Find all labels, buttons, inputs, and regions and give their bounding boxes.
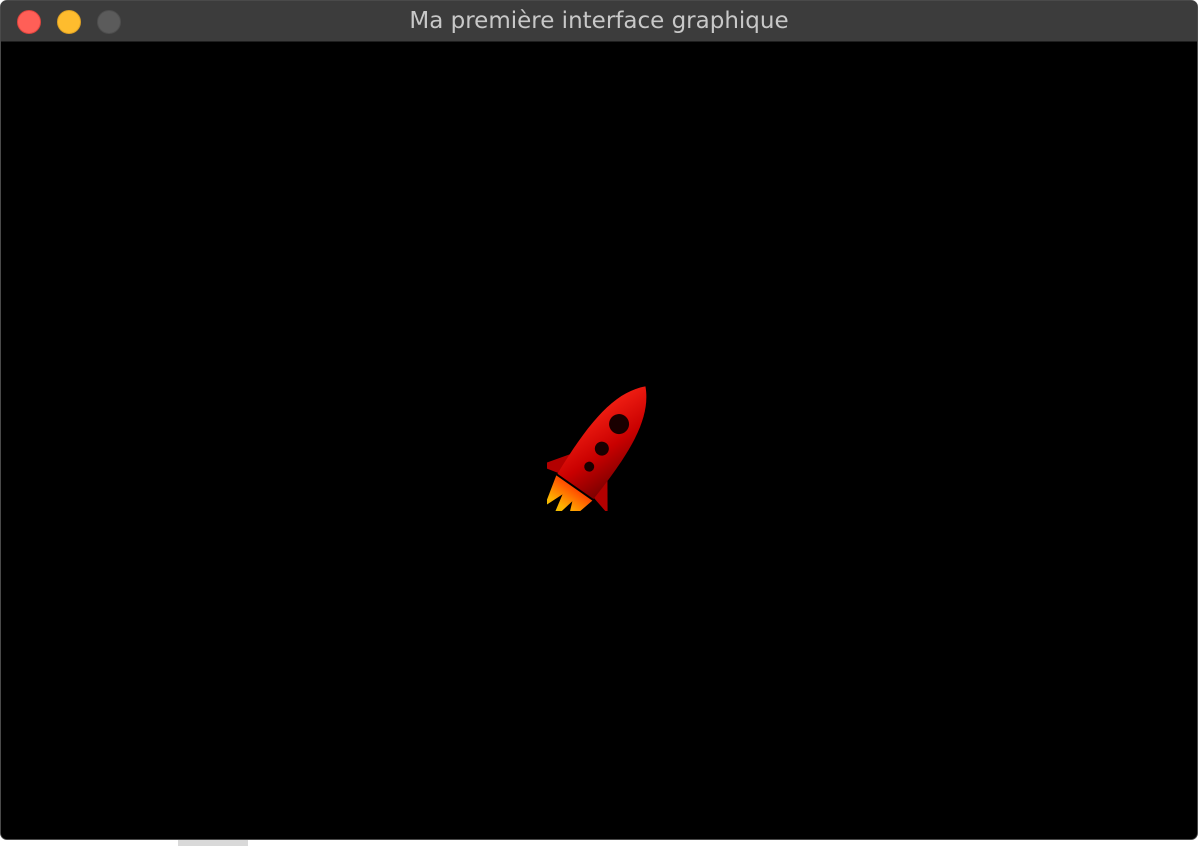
title-bar[interactable]: Ma première interface graphique: [1, 1, 1197, 42]
rocket-icon: [547, 386, 647, 511]
app-window: Ma première interface graphique: [0, 0, 1198, 840]
drawing-canvas[interactable]: [1, 42, 1197, 839]
window-title: Ma première interface graphique: [409, 8, 789, 34]
desktop-fragment: [178, 840, 248, 846]
